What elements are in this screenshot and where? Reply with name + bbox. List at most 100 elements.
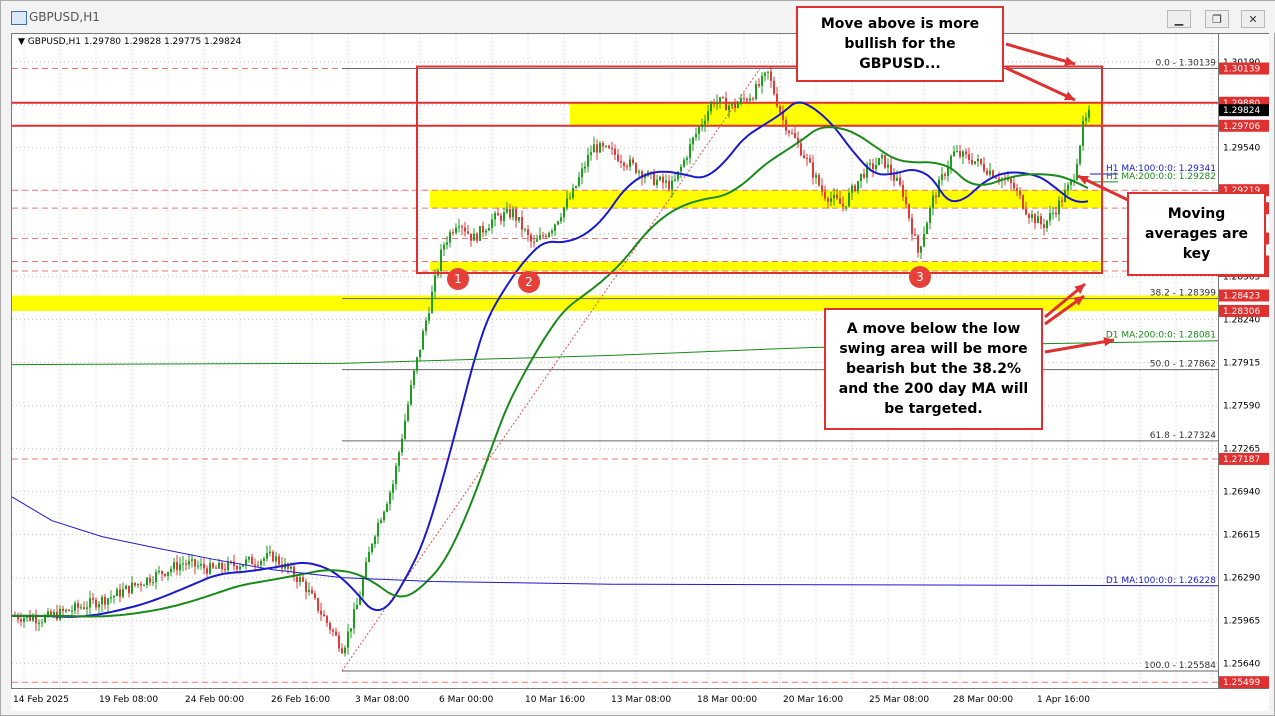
candle-body bbox=[1082, 120, 1084, 146]
candle-body bbox=[443, 244, 445, 250]
candle-body bbox=[656, 179, 658, 185]
candle-body bbox=[143, 585, 145, 587]
price-tick-label: 1.25640 bbox=[1223, 660, 1260, 670]
candle-body bbox=[1031, 214, 1033, 219]
candle-body bbox=[434, 275, 436, 292]
fib-level-label: 100.0 - 1.25584 bbox=[1144, 661, 1216, 671]
candle-body bbox=[812, 162, 814, 178]
price-tick-label: 1.26290 bbox=[1223, 574, 1260, 584]
candle-body bbox=[275, 556, 277, 562]
dropdown-arrow-icon[interactable]: ▼ bbox=[18, 37, 25, 47]
candle-body bbox=[1061, 200, 1063, 202]
candle-body bbox=[242, 565, 244, 567]
restore-button[interactable]: ❐ bbox=[1205, 10, 1229, 28]
candle-body bbox=[587, 154, 589, 167]
candle-body bbox=[605, 145, 607, 147]
candle-body bbox=[848, 192, 850, 207]
candle-body bbox=[707, 111, 709, 121]
annotation-bullish: Move above is more bullish for the GBPUS… bbox=[796, 6, 1004, 82]
candle-body bbox=[776, 93, 778, 107]
candle-body bbox=[146, 577, 148, 586]
candle-body bbox=[959, 151, 961, 157]
price-axis[interactable]: 1.301901.298651.295401.292151.288901.285… bbox=[1219, 33, 1269, 689]
candle-body bbox=[767, 71, 769, 73]
price-tick-label: 1.26615 bbox=[1223, 531, 1260, 541]
candle-body bbox=[536, 239, 538, 242]
candle-body bbox=[524, 229, 526, 231]
candle-body bbox=[842, 203, 844, 207]
candle-body bbox=[467, 231, 469, 234]
fib-level-label: 61.8 - 1.27324 bbox=[1150, 431, 1216, 441]
candle-body bbox=[128, 585, 130, 594]
candle-body bbox=[908, 204, 910, 219]
candle-body bbox=[308, 589, 310, 593]
candle-body bbox=[110, 597, 112, 599]
candle-body bbox=[506, 208, 508, 213]
candle-body bbox=[659, 176, 661, 180]
close-button[interactable]: ✕ bbox=[1241, 10, 1265, 28]
candle-body bbox=[173, 562, 175, 570]
price-label-text: 1.29824 bbox=[1223, 106, 1260, 116]
candle-body bbox=[80, 607, 82, 609]
candle-body bbox=[476, 233, 478, 241]
candle-body bbox=[35, 616, 37, 624]
date-tick-label: 10 Mar 16:00 bbox=[525, 695, 585, 705]
candle-body bbox=[104, 596, 106, 605]
title-bar: GBPUSD,H1 ▁ ❐ ✕ bbox=[1, 1, 1275, 33]
candle-body bbox=[494, 213, 496, 220]
candle-body bbox=[413, 370, 415, 386]
candle-body bbox=[272, 551, 274, 562]
candle-body bbox=[569, 197, 571, 199]
candle-body bbox=[995, 177, 997, 179]
support-resistance-zone bbox=[430, 261, 1102, 272]
candle-body bbox=[590, 152, 592, 155]
candle-body bbox=[794, 132, 796, 139]
candle-body bbox=[785, 119, 787, 131]
candle-body bbox=[584, 166, 586, 169]
candle-body bbox=[683, 159, 685, 167]
candle-body bbox=[200, 564, 202, 566]
time-axis[interactable]: 14 Feb 2025 19 Feb 08:00 24 Feb 00:00 26 Fe… bbox=[11, 689, 1269, 711]
candle-body bbox=[254, 564, 256, 566]
candle-body bbox=[65, 609, 67, 612]
candle-body bbox=[455, 227, 457, 233]
minimize-button[interactable]: ▁ bbox=[1167, 10, 1191, 28]
candle-body bbox=[548, 232, 550, 237]
candle-body bbox=[596, 144, 598, 153]
candle-body bbox=[977, 159, 979, 162]
date-tick-label: 13 Mar 08:00 bbox=[611, 695, 671, 705]
candle-body bbox=[806, 157, 808, 159]
symbol-header: ▼ GBPUSD,H1 1.29780 1.29828 1.29775 1.29… bbox=[18, 37, 241, 47]
candle-body bbox=[71, 610, 73, 612]
candle-body bbox=[392, 484, 394, 493]
candle-body bbox=[488, 227, 490, 231]
candle-body bbox=[155, 572, 157, 583]
candle-body bbox=[296, 576, 298, 583]
candle-body bbox=[773, 80, 775, 94]
candle-body bbox=[371, 544, 373, 553]
candle-body bbox=[266, 553, 268, 559]
candle-body bbox=[425, 320, 427, 332]
candle-body bbox=[383, 511, 385, 521]
fib-level-label: 0.0 - 1.30139 bbox=[1156, 59, 1217, 69]
candle-body bbox=[875, 165, 877, 170]
candle-body bbox=[1046, 220, 1048, 229]
candle-body bbox=[557, 221, 559, 225]
candle-body bbox=[881, 155, 883, 159]
candle-body bbox=[755, 84, 757, 100]
candle-body bbox=[749, 98, 751, 101]
candle-body bbox=[593, 144, 595, 153]
candle-body bbox=[473, 233, 475, 241]
candle-body bbox=[545, 236, 547, 238]
candle-body bbox=[800, 143, 802, 156]
candle-body bbox=[344, 647, 346, 654]
candle-body bbox=[1013, 182, 1015, 189]
candle-body bbox=[377, 522, 379, 537]
candle-body bbox=[929, 207, 931, 223]
arrow-to-high bbox=[1005, 42, 1076, 66]
candle-body bbox=[326, 616, 328, 623]
candle-body bbox=[422, 331, 424, 350]
candle-body bbox=[386, 504, 388, 512]
candle-body bbox=[452, 232, 454, 234]
candle-body bbox=[824, 191, 826, 199]
